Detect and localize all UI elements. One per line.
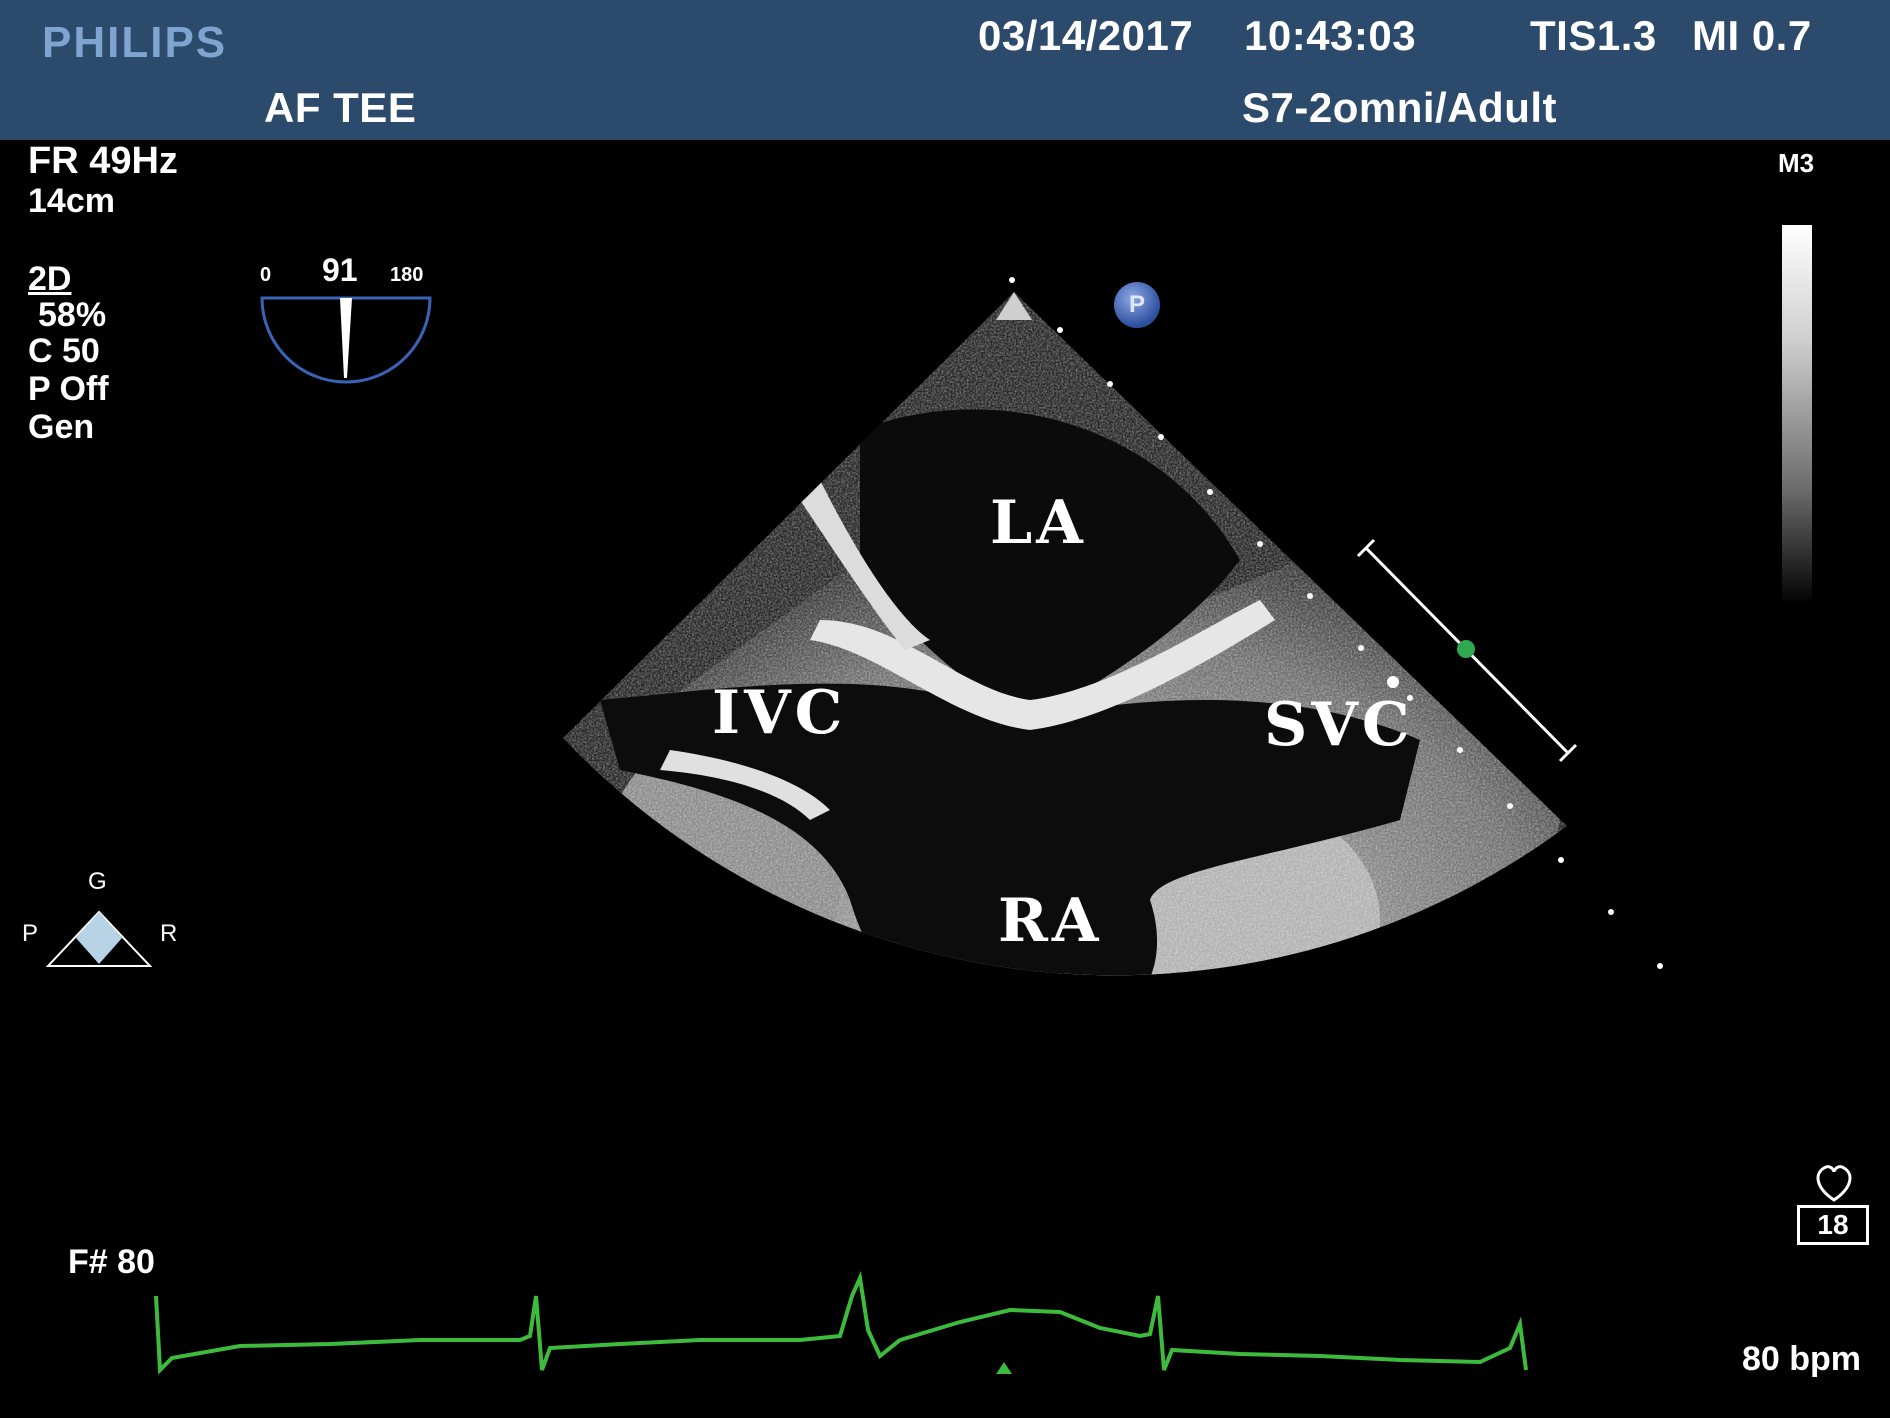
heart-rate: 80 bpm [1742,1340,1862,1378]
ecg-trace [154,1270,1528,1375]
